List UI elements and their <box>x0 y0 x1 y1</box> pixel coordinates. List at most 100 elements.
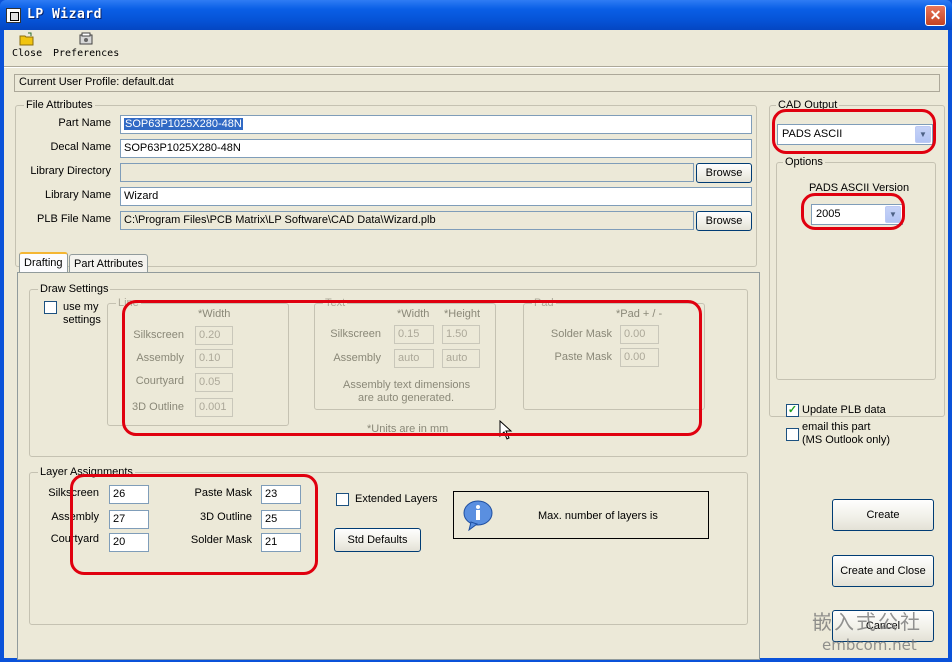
chevron-down-icon[interactable]: ▼ <box>885 206 901 223</box>
text-silkscreen-height-input[interactable]: 1.50 <box>442 325 480 344</box>
line-label: Line <box>116 297 141 309</box>
library-directory-input[interactable] <box>120 163 694 182</box>
watermark-line2: embcom.net <box>822 636 917 654</box>
title-bar[interactable]: LP Wizard ✕ <box>0 0 952 30</box>
layer-paste-mask-input[interactable]: 23 <box>261 485 301 504</box>
text-width-header: *Width <box>397 308 430 320</box>
draw-settings-label: Draw Settings <box>38 283 111 295</box>
file-attributes-label: File Attributes <box>24 99 95 111</box>
options-label: Options <box>783 156 825 168</box>
layer-courtyard-label: Courtyard <box>50 533 99 545</box>
plb-file-browse-button[interactable]: Browse <box>696 211 752 231</box>
mouse-cursor-icon <box>499 419 513 440</box>
line-courtyard-label: Courtyard <box>135 375 184 387</box>
layer-solder-mask-input[interactable]: 21 <box>261 533 301 552</box>
layer-assembly-label: Assembly <box>51 511 99 523</box>
text-note-line1: Assembly text dimensions <box>343 379 471 391</box>
close-folder-icon <box>19 32 35 46</box>
text-label: Text <box>323 297 348 309</box>
preferences-icon <box>78 32 94 46</box>
line-3d-outline-input[interactable]: 0.001 <box>195 398 233 417</box>
info-text: Max. number of layers is <box>538 510 658 522</box>
pad-header: *Pad + / - <box>616 308 663 320</box>
text-silkscreen-width-input[interactable]: 0.15 <box>394 325 434 344</box>
pads-version-select[interactable]: 2005 ▼ <box>811 204 903 225</box>
layer-assignments-label: Layer Assignments <box>38 466 135 478</box>
line-assembly-input[interactable]: 0.10 <box>195 349 233 368</box>
library-directory-browse-button[interactable]: Browse <box>696 163 752 183</box>
info-icon <box>462 499 494 532</box>
app-icon <box>6 8 21 23</box>
line-silkscreen-label: Silkscreen <box>133 329 184 341</box>
watermark-line1: 嵌入式公社 <box>812 610 922 634</box>
create-and-close-button[interactable]: Create and Close <box>832 555 934 587</box>
layer-3d-outline-input[interactable]: 25 <box>261 510 301 529</box>
units-note: *Units are in mm <box>367 423 449 435</box>
pad-paste-mask-input[interactable]: 0.00 <box>620 348 659 367</box>
part-name-input[interactable]: SOP63P1025X280-48N <box>120 115 752 134</box>
update-plb-label: Update PLB data <box>802 404 886 416</box>
part-name-label: Part Name <box>58 117 111 129</box>
cad-output-select[interactable]: PADS ASCII ▼ <box>777 124 933 145</box>
decal-name-label: Decal Name <box>50 141 111 153</box>
pad-solder-mask-label: Solder Mask <box>550 328 612 340</box>
text-assembly-height-input[interactable]: auto <box>442 349 480 368</box>
draw-settings-group: Draw Settings use my settings Line *Widt… <box>29 283 748 457</box>
options-group: Options PADS ASCII Version 2005 ▼ <box>776 156 936 380</box>
library-name-label: Library Name <box>44 189 111 201</box>
update-plb-checkbox[interactable]: ✓ <box>786 404 799 417</box>
layer-silkscreen-input[interactable]: 26 <box>109 485 149 504</box>
chevron-down-icon[interactable]: ▼ <box>915 126 931 143</box>
line-group: Line *Width Silkscreen 0.20 Assembly 0.1… <box>107 297 289 426</box>
line-silkscreen-input[interactable]: 0.20 <box>195 326 233 345</box>
text-group: Text *Width *Height Silkscreen 0.15 1.50… <box>314 297 496 410</box>
text-silkscreen-label: Silkscreen <box>330 328 381 340</box>
extended-layers-checkbox[interactable] <box>336 493 349 506</box>
email-part-label-1: email this part <box>802 421 871 433</box>
toolbar-close-button[interactable]: Close <box>12 32 42 59</box>
layer-3d-outline-label: 3D Outline <box>200 511 252 523</box>
line-3d-outline-label: 3D Outline <box>132 401 184 413</box>
toolbar-separator <box>4 66 948 68</box>
drafting-tab-panel: Draw Settings use my settings Line *Widt… <box>17 272 760 660</box>
plb-file-label: PLB File Name <box>37 213 111 225</box>
pad-label: Pad <box>532 297 556 309</box>
toolbar-preferences-button[interactable]: Preferences <box>53 32 119 59</box>
tab-part-attributes[interactable]: Part Attributes <box>69 254 149 273</box>
profile-status: Current User Profile: default.dat <box>14 74 940 92</box>
layer-paste-mask-label: Paste Mask <box>194 487 252 499</box>
pad-paste-mask-label: Paste Mask <box>554 351 612 363</box>
pad-group: Pad *Pad + / - Solder Mask 0.00 Paste Ma… <box>523 297 705 410</box>
pad-solder-mask-input[interactable]: 0.00 <box>620 325 659 344</box>
decal-name-input[interactable]: SOP63P1025X280-48N <box>120 139 752 158</box>
cad-output-label: CAD Output <box>776 99 840 111</box>
use-my-settings-checkbox[interactable] <box>44 301 57 314</box>
layer-courtyard-input[interactable]: 20 <box>109 533 149 552</box>
email-part-checkbox[interactable] <box>786 428 799 441</box>
line-courtyard-input[interactable]: 0.05 <box>195 373 233 392</box>
plb-file-input[interactable]: C:\Program Files\PCB Matrix\LP Software\… <box>120 211 694 230</box>
use-my-settings-label-1: use my <box>63 301 99 313</box>
layer-assembly-input[interactable]: 27 <box>109 510 149 529</box>
library-directory-label: Library Directory <box>30 165 111 177</box>
email-part-label-2: (MS Outlook only) <box>802 434 891 446</box>
text-height-header: *Height <box>444 308 481 320</box>
line-width-header: *Width <box>198 308 231 320</box>
pads-version-label: PADS ASCII Version <box>809 182 910 194</box>
text-assembly-label: Assembly <box>333 352 381 364</box>
extended-layers-label: Extended Layers <box>355 493 438 505</box>
std-defaults-button[interactable]: Std Defaults <box>334 528 421 552</box>
tab-drafting[interactable]: Drafting <box>19 252 68 273</box>
text-assembly-width-input[interactable]: auto <box>394 349 434 368</box>
cad-output-group: CAD Output PADS ASCII ▼ Options PADS ASC… <box>769 99 945 417</box>
main-window: Close Preferences Current User Profile: … <box>4 30 948 660</box>
file-attributes-group: File Attributes Part Name SOP63P1025X280… <box>15 99 757 267</box>
library-name-input[interactable]: Wizard <box>120 187 752 206</box>
line-assembly-label: Assembly <box>136 352 184 364</box>
window-close-button[interactable]: ✕ <box>925 5 946 26</box>
layer-solder-mask-label: Solder Mask <box>190 534 252 546</box>
create-button[interactable]: Create <box>832 499 934 531</box>
layer-assignments-group: Layer Assignments Silkscreen 26 Assembly… <box>29 466 748 625</box>
text-note-line2: are auto generated. <box>358 392 455 404</box>
use-my-settings-label-2: settings <box>63 314 101 326</box>
